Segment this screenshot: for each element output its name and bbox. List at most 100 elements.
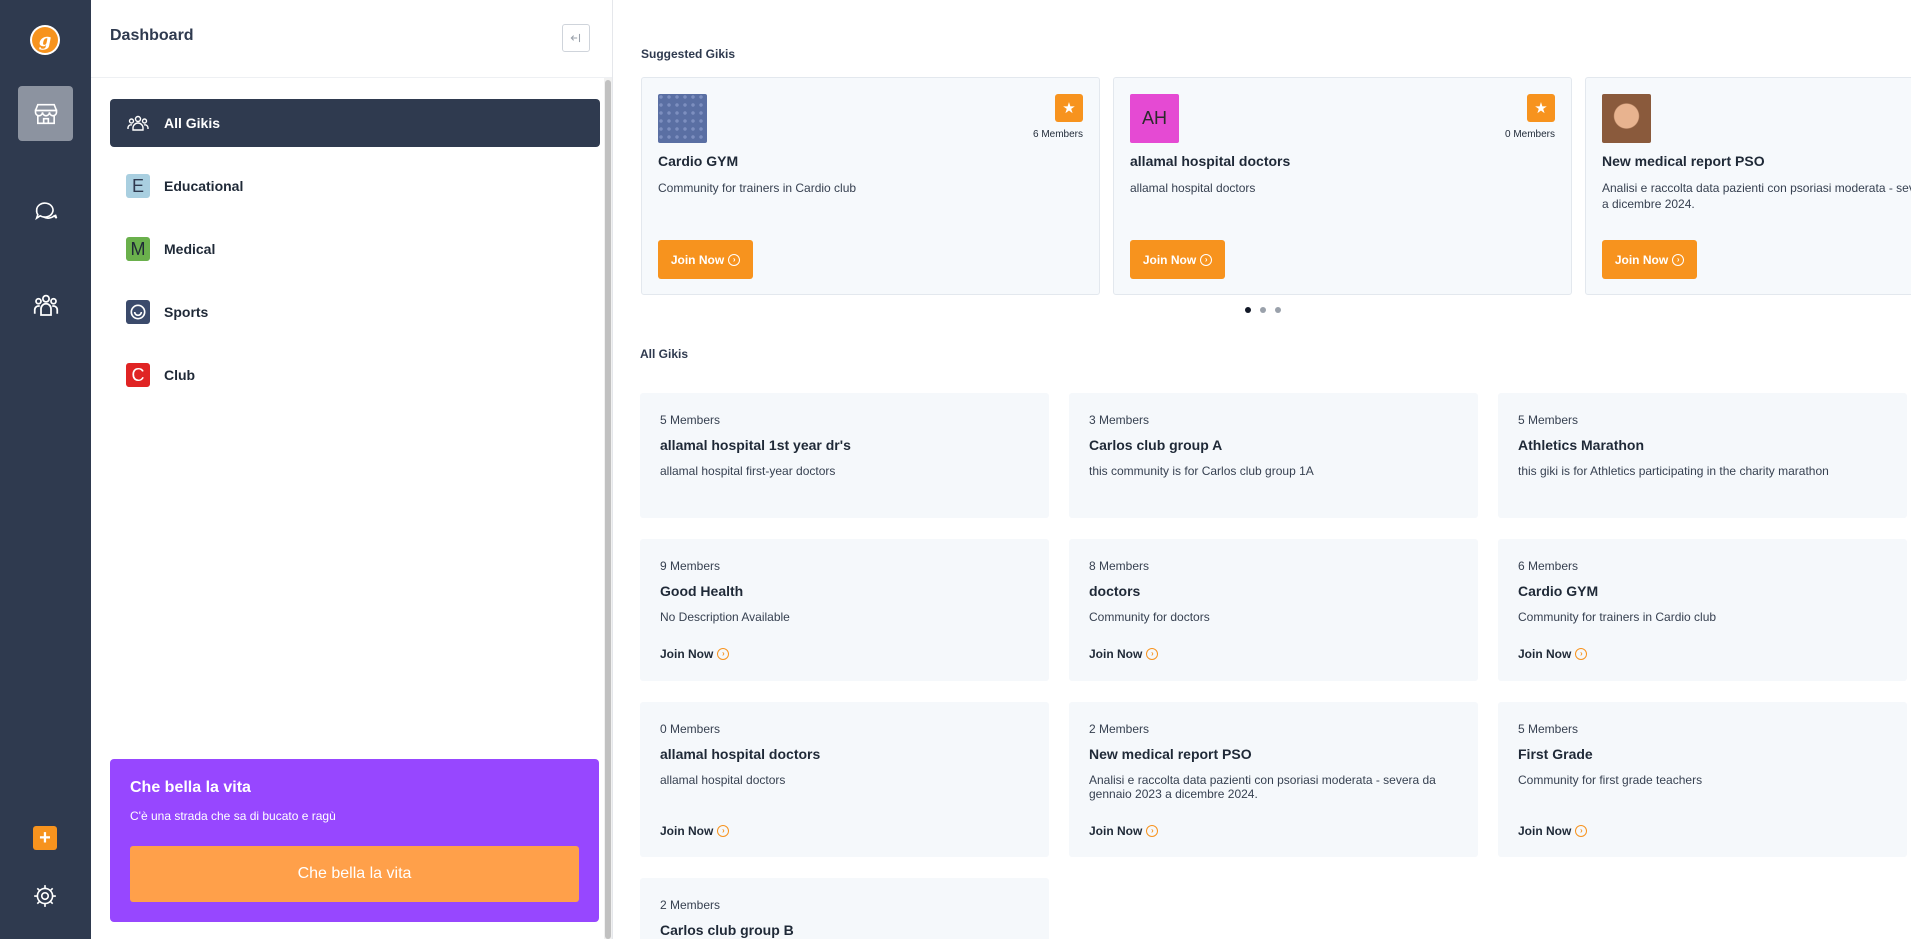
sidebar-item-label: Educational bbox=[164, 178, 244, 194]
giki-card[interactable]: 3 Members Carlos club group A this commu… bbox=[1069, 393, 1478, 518]
suggested-card[interactable]: AH ★ 0 Members allamal hospital doctors … bbox=[1113, 77, 1572, 295]
giki-name: New medical report PSO bbox=[1089, 746, 1252, 762]
suggested-card[interactable]: New medical report PSO Analisi e raccolt… bbox=[1585, 77, 1911, 295]
member-count: 5 Members bbox=[1518, 413, 1579, 427]
giki-name: allamal hospital doctors bbox=[1130, 153, 1291, 169]
promo-subtitle: C'è una strada che sa di bucato e ragù bbox=[130, 809, 336, 823]
join-now-button[interactable]: Join Now › bbox=[1602, 240, 1697, 279]
club-badge: C bbox=[126, 363, 150, 387]
join-label: Join Now bbox=[1142, 252, 1197, 267]
add-button[interactable]: + bbox=[33, 826, 57, 850]
member-count: 0 Members bbox=[1504, 129, 1555, 140]
chat-icon bbox=[34, 201, 57, 220]
arrow-circle-icon: › bbox=[1575, 648, 1588, 660]
giki-card[interactable]: 5 Members allamal hospital 1st year dr's… bbox=[640, 393, 1049, 518]
join-label: Join Now bbox=[1518, 647, 1572, 661]
sidebar-item-club[interactable]: C Club bbox=[110, 351, 600, 399]
giki-description: No Description Available bbox=[660, 610, 790, 624]
app-rail: g + bbox=[0, 0, 91, 939]
main-content: Suggested Gikis ★ 6 Members Cardio GYM C… bbox=[613, 0, 1911, 939]
giki-card[interactable]: 8 Members doctors Community for doctors … bbox=[1069, 539, 1478, 681]
carousel-dot[interactable] bbox=[1275, 307, 1281, 313]
category-sidebar: Dashboard All Gikis E Educational M Medi… bbox=[91, 0, 613, 939]
giki-card[interactable]: 2 Members New medical report PSO Analisi… bbox=[1069, 702, 1478, 857]
collapse-icon bbox=[570, 33, 581, 43]
collapse-sidebar-button[interactable] bbox=[562, 24, 590, 52]
giki-name: Cardio GYM bbox=[658, 153, 739, 169]
member-count: 6 Members bbox=[1032, 129, 1083, 140]
member-count: 5 Members bbox=[1518, 722, 1579, 736]
arrow-circle-icon: › bbox=[1146, 825, 1159, 837]
join-label: Join Now bbox=[1518, 824, 1572, 838]
gear-icon bbox=[34, 885, 56, 907]
medical-badge: M bbox=[126, 237, 150, 261]
sidebar-item-label: Sports bbox=[164, 304, 209, 320]
giki-card[interactable]: 9 Members Good Health No Description Ava… bbox=[640, 539, 1049, 681]
arrow-circle-icon: › bbox=[1575, 825, 1588, 837]
educational-badge: E bbox=[126, 174, 150, 198]
giki-description: allamal hospital first-year doctors bbox=[660, 464, 836, 478]
people-icon bbox=[33, 294, 58, 316]
category-list: All Gikis E Educational M Medical Sports… bbox=[110, 99, 600, 414]
join-label: Join Now bbox=[1089, 647, 1143, 661]
member-count: 8 Members bbox=[1089, 559, 1150, 573]
join-now-link[interactable]: Join Now › bbox=[660, 647, 730, 661]
join-now-link[interactable]: Join Now › bbox=[1089, 824, 1159, 838]
giki-name: Cardio GYM bbox=[1518, 583, 1599, 599]
join-now-button[interactable]: Join Now › bbox=[658, 240, 753, 279]
star-icon[interactable]: ★ bbox=[1055, 94, 1083, 122]
join-now-link[interactable]: Join Now › bbox=[660, 824, 730, 838]
app-logo[interactable]: g bbox=[30, 25, 60, 55]
settings-button[interactable] bbox=[32, 883, 58, 914]
join-label: Join Now bbox=[1089, 824, 1143, 838]
carousel-dots bbox=[1245, 307, 1281, 313]
sidebar-item-educational[interactable]: E Educational bbox=[110, 162, 600, 210]
sports-logo-icon bbox=[126, 300, 150, 324]
giki-card[interactable]: 0 Members allamal hospital doctors allam… bbox=[640, 702, 1049, 857]
member-count: 5 Members bbox=[660, 413, 721, 427]
arrow-circle-icon: › bbox=[728, 253, 741, 266]
giki-description: allamal hospital doctors bbox=[660, 773, 786, 787]
join-now-link[interactable]: Join Now › bbox=[1518, 647, 1588, 661]
chat-nav-button[interactable] bbox=[18, 182, 73, 237]
people-nav-button[interactable] bbox=[18, 277, 73, 332]
sidebar-header: Dashboard bbox=[91, 0, 612, 78]
promo-banner: Che bella la vita C'è una strada che sa … bbox=[110, 759, 599, 922]
giki-description: allamal hospital doctors bbox=[1130, 181, 1256, 195]
store-icon bbox=[34, 103, 57, 124]
join-now-button[interactable]: Join Now › bbox=[1130, 240, 1225, 279]
logo-letter: g bbox=[32, 27, 58, 53]
member-count: 2 Members bbox=[660, 898, 721, 912]
suggested-title: Suggested Gikis bbox=[641, 47, 736, 61]
giki-name: New medical report PSO bbox=[1602, 153, 1765, 169]
carousel-dot[interactable] bbox=[1245, 307, 1251, 313]
giki-card[interactable]: 2 Members Carlos club group B bbox=[640, 878, 1049, 939]
join-label: Join Now bbox=[1614, 252, 1669, 267]
giki-name: Athletics Marathon bbox=[1518, 437, 1645, 453]
join-now-link[interactable]: Join Now › bbox=[1518, 824, 1588, 838]
star-icon[interactable]: ★ bbox=[1527, 94, 1555, 122]
join-label: Join Now bbox=[660, 824, 714, 838]
sidebar-item-label: All Gikis bbox=[164, 115, 221, 131]
giki-card[interactable]: 5 Members Athletics Marathon this giki i… bbox=[1498, 393, 1907, 518]
giki-name: Carlos club group B bbox=[660, 922, 794, 938]
scrollbar-thumb[interactable] bbox=[605, 80, 611, 939]
giki-card[interactable]: 6 Members Cardio GYM Community for train… bbox=[1498, 539, 1907, 681]
sidebar-item-all-gikis[interactable]: All Gikis bbox=[110, 99, 600, 147]
join-now-link[interactable]: Join Now › bbox=[1089, 647, 1159, 661]
suggested-card[interactable]: ★ 6 Members Cardio GYM Community for tra… bbox=[641, 77, 1100, 295]
arrow-circle-icon: › bbox=[1200, 253, 1213, 266]
promo-title: Che bella la vita bbox=[130, 779, 251, 796]
sidebar-scrollbar[interactable] bbox=[604, 78, 612, 939]
sidebar-item-sports[interactable]: Sports bbox=[110, 288, 600, 336]
carousel-dot[interactable] bbox=[1260, 307, 1266, 313]
giki-name: doctors bbox=[1089, 583, 1141, 599]
store-nav-button[interactable] bbox=[18, 86, 73, 141]
giki-name: Carlos club group A bbox=[1089, 437, 1223, 453]
promo-button[interactable]: Che bella la vita bbox=[130, 846, 579, 902]
sidebar-item-medical[interactable]: M Medical bbox=[110, 225, 600, 273]
member-count: 2 Members bbox=[1089, 722, 1150, 736]
giki-card[interactable]: 5 Members First Grade Community for firs… bbox=[1498, 702, 1907, 857]
giki-description: this giki is for Athletics participating… bbox=[1518, 464, 1829, 478]
giki-thumbnail: AH bbox=[1130, 94, 1179, 143]
